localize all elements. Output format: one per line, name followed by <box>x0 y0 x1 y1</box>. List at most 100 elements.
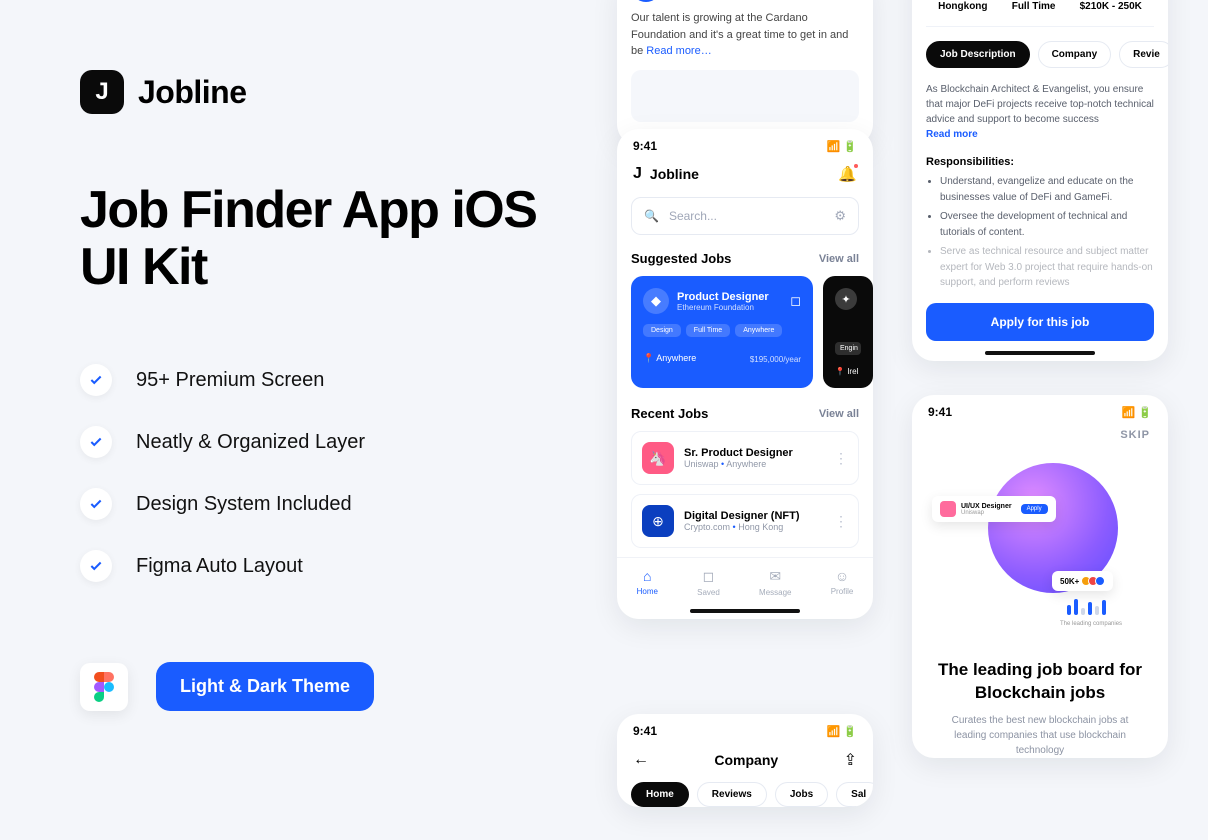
onboarding-illustration: UI/UX Designer Uniswap Apply 50K+ The le… <box>912 451 1168 651</box>
bookmark-icon[interactable]: ◻ <box>790 293 801 309</box>
figma-badge <box>80 663 128 711</box>
tab-salaries[interactable]: Sal <box>836 782 873 807</box>
job-salary: $195,000/year <box>750 351 801 365</box>
phone-onboarding: 9:41 📶 🔋 SKIP UI/UX Designer Uniswap App… <box>912 395 1168 758</box>
badge-location: ⌖ Location Hongkong <box>938 0 987 12</box>
message-icon: ✉ <box>769 568 781 585</box>
bookmar-icon: ◻ <box>703 568 715 585</box>
status-icons: 📶 🔋 <box>1122 406 1152 419</box>
tab-jobs[interactable]: Jobs <box>775 782 828 807</box>
home-indicator <box>985 351 1095 355</box>
nav-home[interactable]: ⌂Home <box>637 568 658 597</box>
status-time: 9:41 <box>928 405 952 419</box>
nav-profile[interactable]: ☺Profile <box>831 568 854 597</box>
suggested-title: Suggested Jobs <box>631 251 731 266</box>
nav-saved[interactable]: ◻Saved <box>697 568 720 597</box>
brand-row: J Jobline <box>80 70 540 114</box>
brand-icon: J <box>80 70 124 114</box>
check-icon <box>80 364 112 396</box>
bars-icon <box>1067 599 1106 615</box>
apply-mini-button[interactable]: Apply <box>1021 504 1048 514</box>
check-icon <box>80 426 112 458</box>
profile-icon: ☺ <box>835 568 849 584</box>
job-title: Product Designer <box>677 291 769 303</box>
post-attachment[interactable] <box>631 70 859 122</box>
company-logo-icon: ✦ <box>835 288 857 310</box>
recent-title: Recent Jobs <box>631 406 708 421</box>
phone-feed-card: 9K Followers · 1w ago Follow Our talent … <box>617 0 873 146</box>
status-bar: 9:41 📶 🔋 <box>617 714 873 744</box>
nav-message[interactable]: ✉Message <box>759 568 791 597</box>
tab-reviews[interactable]: Revie <box>1119 41 1168 68</box>
headline: Job Finder App iOS UI Kit <box>80 182 540 296</box>
company-logo-icon: ◆ <box>643 288 669 314</box>
poster-avatar[interactable] <box>631 0 661 2</box>
status-icons: 📶 🔋 <box>827 140 857 153</box>
job-meta: Crypto.com • Hong Kong <box>684 522 800 532</box>
job-tag: Anywhere <box>735 324 782 337</box>
recent-job-item[interactable]: 🦄 Sr. Product Designer Uniswap • Anywher… <box>631 431 859 485</box>
view-all-link[interactable]: View all <box>819 253 859 265</box>
phone-home: 9:41 📶 🔋 JJobline 🔔 🔍 Search... ⚙ Sugges… <box>617 129 873 619</box>
onboarding-title: The leading job board for Blockchain job… <box>912 651 1168 713</box>
status-bar: 9:41 📶 🔋 <box>912 395 1168 425</box>
feature-text: Design System Included <box>136 493 352 516</box>
notification-icon[interactable]: 🔔 <box>838 165 857 183</box>
theme-pill[interactable]: Light & Dark Theme <box>156 662 374 711</box>
phone-job-detail: ⌖ Location Hongkong ◷ Job Type Full Time… <box>912 0 1168 361</box>
read-more-link[interactable]: Read more… <box>646 45 711 57</box>
feature-item: Design System Included <box>80 488 540 520</box>
feature-item: Neatly & Organized Layer <box>80 426 540 458</box>
responsibilities-list: Understand, evangelize and educate on th… <box>912 174 1168 291</box>
job-meta: Uniswap • Anywhere <box>684 459 793 469</box>
feature-item: 95+ Premium Screen <box>80 364 540 396</box>
job-tag: Full Time <box>686 324 730 337</box>
badge-salary: $ Salaries $210K - 250K <box>1080 0 1142 12</box>
read-more-link[interactable]: Read more <box>926 129 978 140</box>
page-title: Company <box>714 752 778 768</box>
tab-home[interactable]: Home <box>631 782 689 807</box>
feature-text: Neatly & Organized Layer <box>136 431 365 454</box>
status-time: 9:41 <box>633 139 657 153</box>
filter-icon[interactable]: ⚙ <box>834 208 846 224</box>
tab-reviews[interactable]: Reviews <box>697 782 767 807</box>
job-card[interactable]: ◆ Product Designer Ethereum Foundation ◻… <box>631 276 813 388</box>
job-title: Digital Designer (NFT) <box>684 510 800 522</box>
company-name: Ethereum Foundation <box>677 303 769 312</box>
recent-job-item[interactable]: ⊕ Digital Designer (NFT) Crypto.com • Ho… <box>631 494 859 548</box>
tab-description[interactable]: Job Description <box>926 41 1030 68</box>
check-icon <box>80 550 112 582</box>
badge-jobtype: ◷ Job Type Full Time <box>1012 0 1056 12</box>
bottom-nav: ⌂Home ◻Saved ✉Message ☺Profile <box>617 557 873 603</box>
responsibilities-title: Responsibilities: <box>912 156 1168 174</box>
phone-company: 9:41 📶 🔋 ← Company ⇪ Home Reviews Jobs S… <box>617 714 873 807</box>
apply-button[interactable]: Apply for this job <box>926 303 1154 341</box>
search-icon: 🔍 <box>644 209 659 223</box>
post-body: Our talent is growing at the Cardano Fou… <box>617 10 873 70</box>
share-icon[interactable]: ⇪ <box>844 750 857 770</box>
search-input[interactable]: 🔍 Search... ⚙ <box>631 197 859 235</box>
home-icon: ⌂ <box>643 568 651 584</box>
floating-count-card: 50K+ <box>1052 571 1113 591</box>
status-icons: 📶 🔋 <box>827 725 857 738</box>
status-time: 9:41 <box>633 724 657 738</box>
job-description: As Blockchain Architect & Evangelist, yo… <box>912 82 1168 156</box>
more-icon[interactable]: ⋮ <box>834 513 848 530</box>
more-icon[interactable]: ⋮ <box>834 450 848 467</box>
skip-button[interactable]: SKIP <box>912 425 1168 451</box>
feature-text: Figma Auto Layout <box>136 555 303 578</box>
job-title: Sr. Product Designer <box>684 447 793 459</box>
view-all-link[interactable]: View all <box>819 408 859 420</box>
job-tag: Design <box>643 324 681 337</box>
check-icon <box>80 488 112 520</box>
home-indicator <box>690 609 800 613</box>
tab-company[interactable]: Company <box>1038 41 1112 68</box>
job-location: 📍 Anywhere <box>643 353 696 364</box>
job-card[interactable]: ✦ Engin 📍 Irel <box>823 276 873 388</box>
app-logo: JJobline <box>633 165 699 183</box>
feature-text: 95+ Premium Screen <box>136 369 324 392</box>
feature-item: Figma Auto Layout <box>80 550 540 582</box>
back-icon[interactable]: ← <box>633 751 649 769</box>
company-logo-icon: ⊕ <box>642 505 674 537</box>
company-logo-icon: 🦄 <box>642 442 674 474</box>
